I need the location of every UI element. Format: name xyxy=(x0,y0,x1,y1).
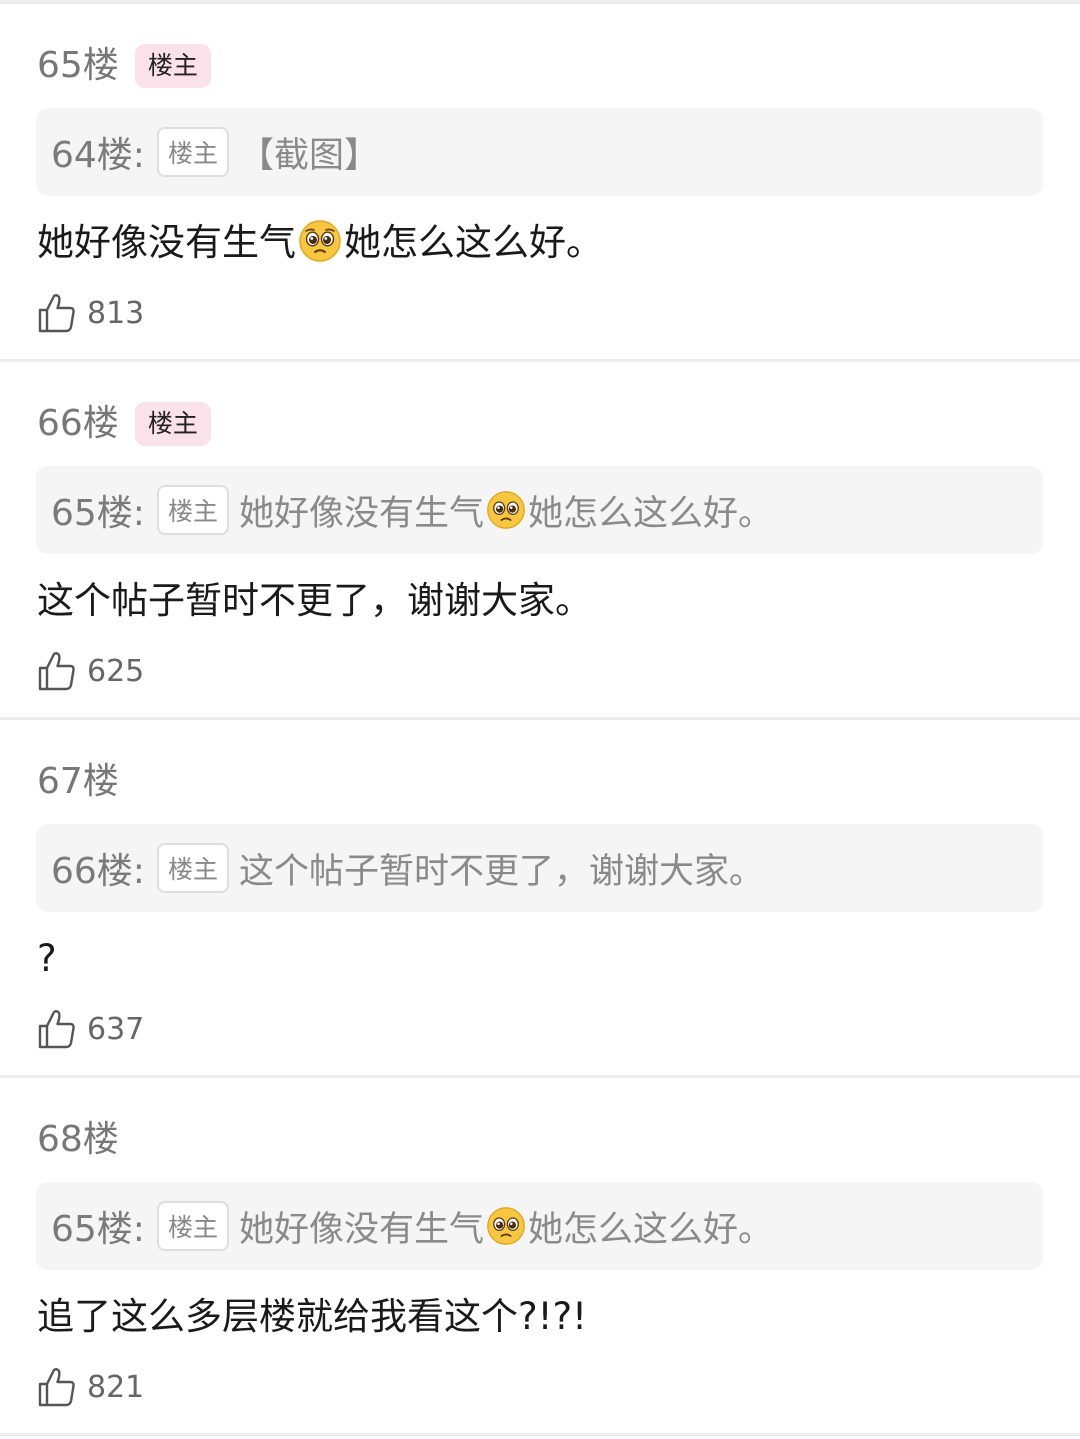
floor-post: 67楼 66楼: 楼主 这个帖子暂时不更了，谢谢大家。 ? 637 xyxy=(0,720,1080,1078)
quote-text: 这个帖子暂时不更了，谢谢大家。 xyxy=(238,851,764,892)
post-text: ? xyxy=(37,937,57,980)
quote-floor-ref: 65楼: xyxy=(51,1209,145,1250)
post-text: 她怎么这么好。 xyxy=(344,221,603,264)
floor-post: 65楼 楼主 64楼: 楼主 【截图】 她好像没有生气 她怎么这么好。 813 xyxy=(0,4,1080,362)
floor-number: 65楼 xyxy=(37,45,119,86)
op-badge: 楼主 xyxy=(134,44,211,88)
quote-floor-ref: 64楼: xyxy=(51,135,145,176)
like-count: 821 xyxy=(87,1369,145,1405)
post-text: 追了这么多层楼就给我看这个?!?! xyxy=(37,1295,587,1338)
quote-text: 【截图】 xyxy=(238,135,379,176)
floor-header: 67楼 xyxy=(37,758,119,806)
like-button[interactable]: 625 xyxy=(37,649,144,693)
floor-header: 65楼 楼主 xyxy=(37,42,211,90)
quoted-reply[interactable]: 65楼: 楼主 她好像没有生气 她怎么这么好。 xyxy=(36,466,1043,554)
thumbs-up-icon xyxy=(38,1010,75,1049)
quote-floor-ref: 66楼: xyxy=(51,851,145,892)
divider xyxy=(0,1433,1080,1436)
like-button[interactable]: 637 xyxy=(37,1007,144,1051)
post-content: 她好像没有生气 她怎么这么好。 xyxy=(37,216,603,270)
thumbs-up-icon xyxy=(38,1368,75,1407)
like-count: 637 xyxy=(87,1011,145,1047)
floor-number: 68楼 xyxy=(37,1119,119,1160)
quote-op-badge: 楼主 xyxy=(156,485,229,535)
pleading-face-icon xyxy=(487,491,525,529)
post-text: 她好像没有生气 xyxy=(37,221,296,264)
like-button[interactable]: 813 xyxy=(37,291,144,335)
op-badge: 楼主 xyxy=(134,402,211,446)
quote-text: 她好像没有生气 xyxy=(238,1209,484,1250)
quote-text: 她怎么这么好。 xyxy=(527,1209,773,1250)
quote-floor-ref: 65楼: xyxy=(51,493,145,534)
floor-post: 66楼 楼主 65楼: 楼主 她好像没有生气 她怎么这么好。 这个帖子暂时不更了… xyxy=(0,362,1080,720)
floor-number: 66楼 xyxy=(37,403,119,444)
quote-op-badge: 楼主 xyxy=(156,127,229,177)
floor-number: 67楼 xyxy=(37,761,119,802)
quote-op-badge: 楼主 xyxy=(156,1201,229,1251)
quoted-reply[interactable]: 64楼: 楼主 【截图】 xyxy=(36,108,1043,196)
post-content: ? xyxy=(37,932,57,986)
thumbs-up-icon xyxy=(38,652,75,691)
quote-op-badge: 楼主 xyxy=(156,843,229,893)
pleading-face-icon xyxy=(299,220,341,262)
quote-text: 她怎么这么好。 xyxy=(527,493,773,534)
quoted-reply[interactable]: 65楼: 楼主 她好像没有生气 她怎么这么好。 xyxy=(36,1182,1043,1270)
post-content: 这个帖子暂时不更了，谢谢大家。 xyxy=(37,574,592,628)
floor-header: 68楼 xyxy=(37,1116,119,1164)
like-count: 813 xyxy=(87,295,145,331)
floor-post: 68楼 65楼: 楼主 她好像没有生气 她怎么这么好。 追了这么多层楼就给我看这… xyxy=(0,1078,1080,1436)
post-content: 追了这么多层楼就给我看这个?!?! xyxy=(37,1290,587,1344)
pleading-face-icon xyxy=(487,1207,525,1245)
quote-text: 她好像没有生气 xyxy=(238,493,484,534)
thumbs-up-icon xyxy=(38,294,75,333)
post-text: 这个帖子暂时不更了，谢谢大家。 xyxy=(37,579,592,622)
like-count: 625 xyxy=(87,653,145,689)
floor-header: 66楼 楼主 xyxy=(37,400,211,448)
like-button[interactable]: 821 xyxy=(37,1365,144,1409)
quoted-reply[interactable]: 66楼: 楼主 这个帖子暂时不更了，谢谢大家。 xyxy=(36,824,1043,912)
